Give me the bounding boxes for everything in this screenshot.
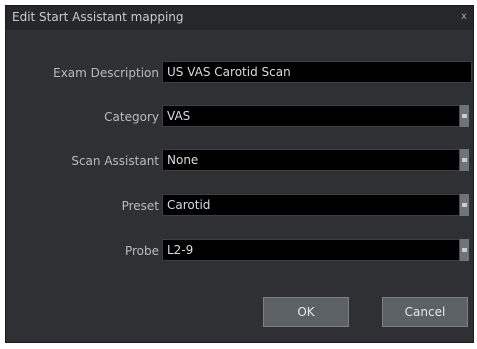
- exam-description-field[interactable]: US VAS Carotid Scan: [162, 61, 472, 83]
- exam-description-value: US VAS Carotid Scan: [167, 65, 291, 79]
- category-select[interactable]: VAS: [162, 105, 469, 127]
- category-dropdown-icon[interactable]: [459, 105, 469, 127]
- exam-description-label: Exam Description: [53, 66, 159, 80]
- preset-dropdown-icon[interactable]: [459, 194, 469, 216]
- category-value: VAS: [167, 109, 191, 123]
- probe-label: Probe: [124, 244, 159, 258]
- edit-mapping-dialog: Edit Start Assistant mapping x Exam Desc…: [5, 5, 474, 343]
- preset-select[interactable]: Carotid: [162, 194, 469, 216]
- dialog-title: Edit Start Assistant mapping: [12, 10, 184, 24]
- cancel-button[interactable]: Cancel: [382, 297, 468, 327]
- category-label: Category: [104, 110, 159, 124]
- scan-assistant-dropdown-icon[interactable]: [459, 149, 469, 171]
- close-icon[interactable]: x: [459, 11, 469, 23]
- scan-assistant-value: None: [167, 153, 199, 167]
- ok-button[interactable]: OK: [263, 297, 349, 327]
- probe-value: L2-9: [167, 243, 194, 257]
- preset-label: Preset: [121, 199, 159, 213]
- preset-value: Carotid: [167, 198, 211, 212]
- dialog-titlebar: Edit Start Assistant mapping x: [6, 6, 473, 30]
- scan-assistant-select[interactable]: None: [162, 149, 469, 171]
- probe-dropdown-icon[interactable]: [459, 239, 469, 261]
- probe-select[interactable]: L2-9: [162, 239, 469, 261]
- scan-assistant-label: Scan Assistant: [71, 154, 159, 168]
